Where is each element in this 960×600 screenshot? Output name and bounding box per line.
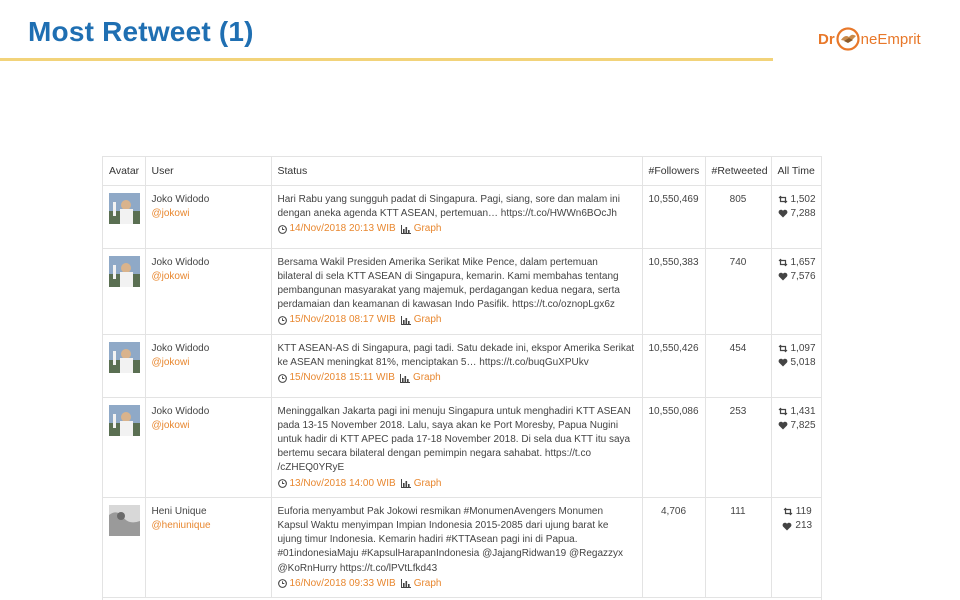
alltime-likes: 7,576 (790, 270, 816, 282)
clock-icon (277, 373, 287, 383)
table-row: Joko Widodo @jokowi Hari Rabu yang sungg… (103, 185, 821, 249)
retweet-icon (783, 507, 793, 516)
status-text: Euforia menyambut Pak Jokowi resmikan #M… (277, 505, 624, 574)
heart-icon (778, 359, 787, 367)
avatar[interactable] (109, 255, 140, 287)
graph-link[interactable]: Graph (414, 313, 442, 327)
clock-icon (277, 224, 287, 234)
header-retweeted[interactable]: #Retweeted (705, 157, 772, 186)
logo-text-ne: ne (860, 30, 878, 48)
status-text: Meninggalkan Jakarta pagi ini menuju Sin… (277, 405, 631, 474)
status-text: KTT ASEAN-AS di Singapura, pagi tadi. Sa… (277, 342, 635, 368)
followers-count: 4,706 (642, 497, 706, 598)
user-name: Heni Unique (151, 505, 207, 517)
bar-chart-icon (400, 479, 411, 489)
user-handle-link[interactable]: @jokowi (152, 419, 265, 433)
heart-icon (782, 522, 792, 531)
alltime-retweets: 119 (795, 505, 812, 517)
header-avatar[interactable]: Avatar (103, 157, 146, 186)
alltime-retweets: 1,502 (790, 193, 816, 205)
avatar[interactable] (109, 404, 140, 436)
status-meta: 15/Nov/2018 08:17 WIB Graph (277, 313, 636, 327)
table-header-row: Avatar User Status #Followers #Retweeted… (103, 157, 821, 186)
followers-count: 10,550,426 (642, 334, 706, 398)
clock-icon (277, 315, 287, 325)
user-handle-link[interactable]: @heniunique (152, 519, 265, 533)
retweet-icon (778, 258, 787, 267)
clock-icon (277, 579, 287, 589)
slide-title: Most Retweet (1) (28, 16, 254, 47)
user-handle-link[interactable]: @jokowi (152, 270, 265, 284)
status-text: Hari Rabu yang sungguh padat di Singapur… (277, 193, 620, 219)
followers-count: 10,550,469 (642, 185, 706, 249)
tweet-time-link[interactable]: 13/Nov/2018 14:00 WIB (290, 477, 396, 491)
heart-icon (778, 273, 787, 281)
graph-link[interactable]: Graph (414, 477, 442, 491)
tweet-time-link[interactable]: 16/Nov/2018 09:33 WIB (290, 577, 396, 591)
tweet-time-link[interactable]: 15/Nov/2018 08:17 WIB (290, 313, 396, 327)
bar-chart-icon (400, 579, 411, 589)
most-retweet-table: Avatar User Status #Followers #Retweeted… (102, 156, 822, 600)
header-user[interactable]: User (145, 157, 272, 186)
user-handle-link[interactable]: @jokowi (152, 356, 265, 370)
retweeted-count: 253 (705, 397, 772, 498)
followers-count: 10,550,383 (642, 248, 706, 335)
alltime-retweets: 1,097 (790, 342, 816, 354)
table-row: Heni Unique @heniunique Euforia menyambu… (103, 497, 821, 598)
retweet-icon (778, 195, 787, 204)
bar-chart-icon (400, 315, 411, 325)
alltime-likes: 5,018 (790, 356, 816, 368)
header-status[interactable]: Status (271, 157, 643, 186)
alltime-likes: 213 (795, 519, 813, 531)
user-handle-link[interactable]: @jokowi (152, 207, 265, 221)
alltime-likes: 7,288 (790, 207, 816, 219)
alltime-likes: 7,825 (790, 419, 816, 431)
tweet-time-link[interactable]: 15/Nov/2018 15:11 WIB (290, 371, 395, 385)
heart-icon (778, 422, 787, 430)
graph-link[interactable]: Graph (414, 577, 442, 591)
alltime-retweets: 1,657 (790, 256, 816, 268)
status-meta: 16/Nov/2018 09:33 WIB Graph (277, 577, 636, 591)
avatar[interactable] (109, 341, 140, 373)
logo-text-dr: Dr (818, 30, 835, 48)
status-meta: 13/Nov/2018 14:00 WIB Graph (277, 477, 636, 491)
user-name: Joko Widodo (151, 256, 210, 268)
table-row: Joko Widodo @jokowi Meninggalkan Jakarta… (103, 397, 821, 498)
drone-logo-icon (836, 27, 860, 51)
user-name: Joko Widodo (151, 405, 210, 417)
bar-chart-icon (399, 373, 410, 383)
retweeted-count: 111 (705, 497, 772, 598)
retweeted-count: 740 (705, 248, 772, 335)
table-row: Joko Widodo @jokowi KTT ASEAN-AS di Sing… (103, 334, 821, 398)
status-text: Bersama Wakil Presiden Amerika Serikat M… (277, 256, 620, 311)
avatar[interactable] (109, 192, 140, 224)
retweet-icon (778, 344, 787, 353)
followers-count: 10,550,086 (642, 397, 706, 498)
header-all-time[interactable]: All Time (771, 157, 821, 186)
header-followers[interactable]: #Followers (642, 157, 706, 186)
heart-icon (778, 210, 787, 218)
tweet-time-link[interactable]: 14/Nov/2018 20:13 WIB (290, 222, 396, 236)
drone-emprit-logo: Dr ne Emprit (818, 24, 921, 54)
avatar[interactable] (109, 504, 140, 536)
title-underline (0, 58, 773, 61)
bar-chart-icon (400, 224, 411, 234)
retweet-icon (778, 407, 787, 416)
logo-text-emprit: Emprit (877, 30, 921, 48)
status-meta: 14/Nov/2018 20:13 WIB Graph (277, 222, 636, 236)
graph-link[interactable]: Graph (414, 222, 442, 236)
graph-link[interactable]: Graph (413, 371, 441, 385)
user-name: Joko Widodo (151, 193, 210, 205)
clock-icon (277, 479, 287, 489)
alltime-retweets: 1,431 (790, 405, 816, 417)
retweeted-count: 454 (705, 334, 772, 398)
status-meta: 15/Nov/2018 15:11 WIB Graph (277, 371, 636, 385)
table-row: Joko Widodo @jokowi Bersama Wakil Presid… (103, 248, 821, 335)
retweeted-count: 805 (705, 185, 772, 249)
user-name: Joko Widodo (151, 342, 210, 354)
